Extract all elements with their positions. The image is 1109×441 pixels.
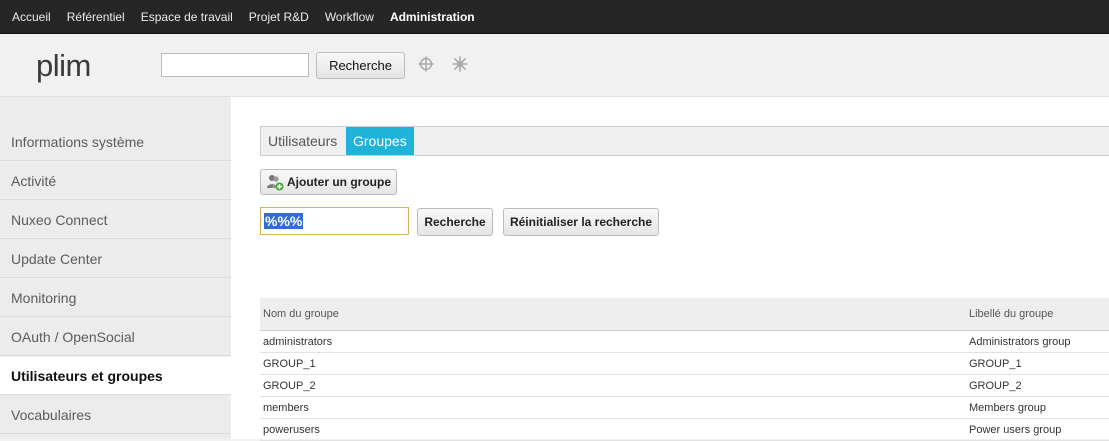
sidebar-item-update-center[interactable]: Update Center: [0, 240, 231, 278]
main-content: Utilisateurs Groupes Ajouter un groupe %…: [231, 97, 1109, 441]
tab-groupes[interactable]: Groupes: [346, 127, 414, 155]
group-name-cell[interactable]: GROUP_2: [260, 374, 966, 397]
sidebar-item-activite[interactable]: Activité: [0, 162, 231, 200]
table-row[interactable]: GROUP_1 GROUP_1: [260, 352, 1109, 375]
logo[interactable]: plim: [36, 48, 91, 84]
group-search-button[interactable]: Recherche: [417, 208, 493, 236]
tab-utilisateurs[interactable]: Utilisateurs: [261, 127, 344, 155]
nav-accueil[interactable]: Accueil: [12, 10, 51, 24]
sidebar-item-oauth-opensocial[interactable]: OAuth / OpenSocial: [0, 318, 231, 356]
header: plim Recherche: [0, 34, 1109, 97]
sidebar-item-utilisateurs-et-groupes[interactable]: Utilisateurs et groupes: [0, 357, 231, 395]
reset-search-button[interactable]: Réinitialiser la recherche: [503, 208, 659, 236]
sidebar-item-monitoring[interactable]: Monitoring: [0, 279, 231, 317]
header-search-button[interactable]: Recherche: [316, 52, 405, 79]
nav-workflow[interactable]: Workflow: [325, 10, 374, 24]
groups-table: Nom du groupe Libellé du groupe administ…: [260, 298, 1109, 441]
sidebar: Informations système Activité Nuxeo Conn…: [0, 97, 231, 439]
sidebar-item-nuxeo-connect[interactable]: Nuxeo Connect: [0, 201, 231, 239]
crosshair-icon[interactable]: [416, 54, 436, 74]
column-header-group-name[interactable]: Nom du groupe: [260, 298, 966, 331]
group-search-input[interactable]: %%%: [260, 207, 409, 235]
table-row[interactable]: powerusers Power users group: [260, 418, 1109, 441]
header-search-input[interactable]: [161, 53, 309, 77]
nav-projet-rd[interactable]: Projet R&D: [249, 10, 309, 24]
group-label-cell: Administrators group: [966, 330, 1109, 353]
group-label-cell: GROUP_1: [966, 352, 1109, 375]
nav-referentiel[interactable]: Référentiel: [67, 10, 125, 24]
group-name-cell[interactable]: administrators: [260, 330, 966, 353]
group-name-cell[interactable]: GROUP_1: [260, 352, 966, 375]
table-row[interactable]: members Members group: [260, 396, 1109, 419]
add-group-button[interactable]: Ajouter un groupe: [260, 169, 397, 195]
table-row[interactable]: GROUP_2 GROUP_2: [260, 374, 1109, 397]
table-header-row: Nom du groupe Libellé du groupe: [260, 298, 1109, 331]
group-label-cell: GROUP_2: [966, 374, 1109, 397]
table-row[interactable]: administrators Administrators group: [260, 330, 1109, 353]
top-navigation: Accueil Référentiel Espace de travail Pr…: [0, 0, 1109, 34]
sidebar-item-informations-systeme[interactable]: Informations système: [0, 123, 231, 161]
tab-bar: Utilisateurs Groupes: [260, 126, 1109, 156]
group-name-cell[interactable]: powerusers: [260, 418, 966, 441]
add-group-label: Ajouter un groupe: [287, 175, 391, 189]
sun-icon[interactable]: [450, 54, 470, 74]
nav-espace-de-travail[interactable]: Espace de travail: [141, 10, 233, 24]
sidebar-item-vocabulaires[interactable]: Vocabulaires: [0, 396, 231, 434]
nav-administration[interactable]: Administration: [390, 10, 475, 24]
group-name-cell[interactable]: members: [260, 396, 966, 419]
add-group-icon: [266, 173, 284, 191]
group-label-cell: Power users group: [966, 418, 1109, 441]
column-header-group-label[interactable]: Libellé du groupe: [966, 298, 1109, 331]
group-label-cell: Members group: [966, 396, 1109, 419]
group-search-value: %%%: [264, 213, 304, 229]
